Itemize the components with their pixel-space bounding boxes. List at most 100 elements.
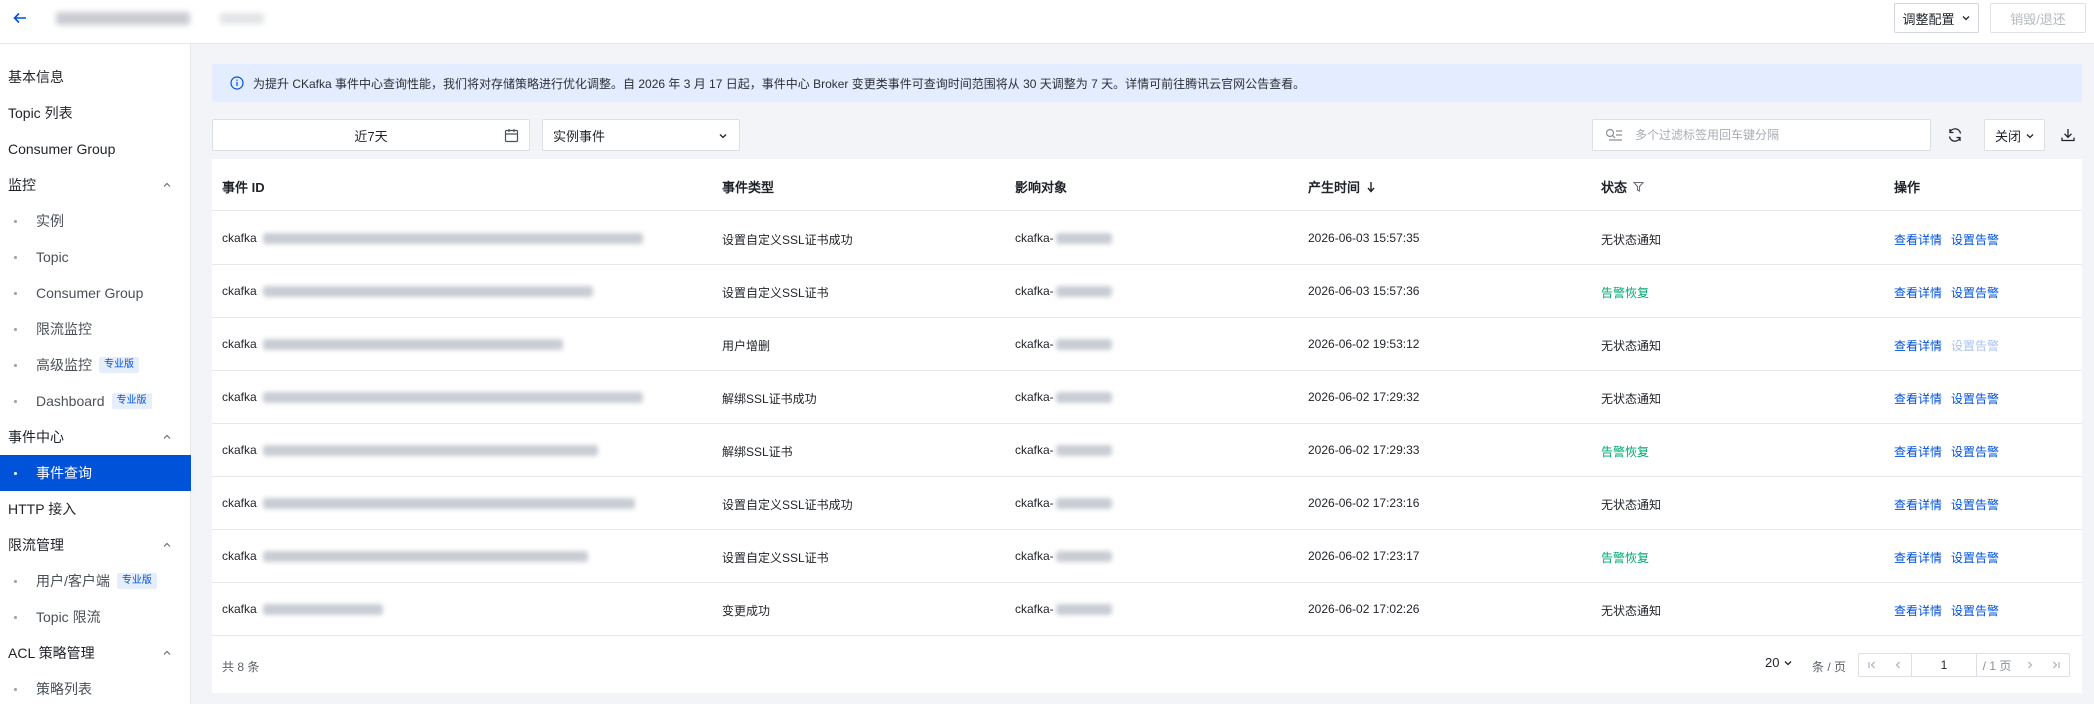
page-size-unit: 条 / 页 xyxy=(1812,660,1847,674)
event-ops-cell: 查看详情 设置告警 xyxy=(1894,496,2008,513)
sidebar-item-advanced-monitor[interactable]: 高级监控 专业版 xyxy=(0,347,191,383)
sidebar-item-topic-list[interactable]: Topic 列表 xyxy=(0,95,191,131)
pro-badge: 专业版 xyxy=(99,357,139,373)
download-icon xyxy=(2061,129,2075,142)
view-detail-link[interactable]: 查看详情 xyxy=(1894,604,1942,618)
auto-refresh-value: 关闭 xyxy=(1995,128,2022,144)
event-id-prefix: ckafka xyxy=(222,337,257,351)
event-status-cell: 告警恢复 xyxy=(1601,286,1650,300)
column-header-status[interactable]: 状态 xyxy=(1601,177,1645,196)
sidebar-item-label: 策略列表 xyxy=(36,681,92,697)
sidebar-item-basic-info[interactable]: 基本信息 xyxy=(0,59,191,95)
event-type-cell: 设置自定义SSL证书 xyxy=(722,551,829,565)
sidebar-item-label: 事件查询 xyxy=(36,465,92,481)
event-status-cell: 无状态通知 xyxy=(1601,498,1662,512)
view-detail-link[interactable]: 查看详情 xyxy=(1894,339,1942,353)
page-number-input[interactable]: 1 xyxy=(1911,654,1977,676)
total-count: 共 8 条 xyxy=(222,660,260,674)
view-detail-link[interactable]: 查看详情 xyxy=(1894,498,1942,512)
event-id-prefix: ckafka xyxy=(222,443,257,457)
event-status-cell: 无状态通知 xyxy=(1601,339,1662,353)
table-row: ckafka 解绑SSL证书 ckafka- 2026-06-02 17:29:33 告… xyxy=(212,424,2082,477)
download-button[interactable] xyxy=(2054,121,2082,149)
first-page-button[interactable] xyxy=(1859,654,1885,676)
set-alarm-link[interactable]: 设置告警 xyxy=(1951,286,1999,300)
sidebar-item-label: Topic xyxy=(36,249,69,265)
event-target-prefix: ckafka- xyxy=(1015,390,1054,404)
set-alarm-link[interactable]: 设置告警 xyxy=(1951,551,1999,565)
adjust-config-button[interactable]: 调整配置 xyxy=(1894,3,1979,33)
view-detail-link[interactable]: 查看详情 xyxy=(1894,392,1942,406)
chevron-left-icon xyxy=(1895,661,1900,669)
event-status-cell: 无状态通知 xyxy=(1601,233,1662,247)
view-detail-link[interactable]: 查看详情 xyxy=(1894,286,1942,300)
view-detail-link[interactable]: 查看详情 xyxy=(1894,551,1942,565)
set-alarm-link[interactable]: 设置告警 xyxy=(1951,498,1999,512)
refresh-icon xyxy=(1948,128,1962,142)
set-alarm-link[interactable]: 设置告警 xyxy=(1951,339,1999,353)
event-type-value: 实例事件 xyxy=(553,128,606,144)
sidebar-group-label: 事件中心 xyxy=(8,429,64,445)
sidebar-group-acl[interactable]: ACL 策略管理 xyxy=(0,635,191,671)
event-target-prefix: ckafka- xyxy=(1015,549,1054,563)
event-target-prefix: ckafka- xyxy=(1015,231,1054,245)
sidebar-item-dashboard[interactable]: Dashboard 专业版 xyxy=(0,383,191,419)
filter-search-input[interactable] xyxy=(1635,128,1915,142)
chevron-right-icon xyxy=(2028,661,2033,669)
column-header-time[interactable]: 产生时间 xyxy=(1308,177,1376,196)
prev-page-button[interactable] xyxy=(1885,654,1911,676)
event-target-redacted xyxy=(1055,392,1112,404)
sidebar-group-label: ACL 策略管理 xyxy=(8,645,95,661)
set-alarm-link[interactable]: 设置告警 xyxy=(1951,233,1999,247)
event-target-cell: ckafka- xyxy=(1015,231,1112,245)
view-detail-link[interactable]: 查看详情 xyxy=(1894,233,1942,247)
chevron-up-icon xyxy=(163,542,171,547)
event-ops-cell: 查看详情 设置告警 xyxy=(1894,602,2008,619)
last-page-button[interactable] xyxy=(2043,654,2069,676)
event-id-redacted xyxy=(262,233,643,245)
sidebar-item-monitor-consumer-group[interactable]: Consumer Group xyxy=(0,275,191,311)
event-target-cell: ckafka- xyxy=(1015,602,1112,616)
sidebar-item-monitor-instance[interactable]: 实例 xyxy=(0,203,191,239)
bullet-dot xyxy=(14,472,17,475)
sidebar-item-consumer-group[interactable]: Consumer Group xyxy=(0,131,191,167)
sidebar: 基本信息 Topic 列表 Consumer Group 监控 实例 Topic… xyxy=(0,44,191,704)
view-detail-link[interactable]: 查看详情 xyxy=(1894,445,1942,459)
refresh-button[interactable] xyxy=(1941,121,1969,149)
auto-refresh-select[interactable]: 关闭 xyxy=(1984,119,2045,151)
event-status-cell: 告警恢复 xyxy=(1601,445,1650,459)
sidebar-item-event-query[interactable]: 事件查询 xyxy=(0,455,191,491)
destroy-return-button[interactable]: 销毁/退还 xyxy=(1990,3,2086,33)
sidebar-item-topic-rate-limit[interactable]: Topic 限流 xyxy=(0,599,191,635)
set-alarm-link[interactable]: 设置告警 xyxy=(1951,604,1999,618)
set-alarm-link[interactable]: 设置告警 xyxy=(1951,392,1999,406)
sidebar-group-monitor[interactable]: 监控 xyxy=(0,167,191,203)
filter-search-box[interactable] xyxy=(1592,119,1931,151)
back-arrow-icon[interactable] xyxy=(8,6,32,30)
sidebar-item-user-client[interactable]: 用户/客户端 专业版 xyxy=(0,563,191,599)
sidebar-group-rate-limit[interactable]: 限流管理 xyxy=(0,527,191,563)
event-id-prefix: ckafka xyxy=(222,496,257,510)
table-row: ckafka 设置自定义SSL证书成功 ckafka- 2026-06-02 17:2… xyxy=(212,477,2082,530)
top-bar: 调整配置 销毁/退还 xyxy=(0,0,2094,44)
sidebar-item-monitor-topic[interactable]: Topic xyxy=(0,239,191,275)
set-alarm-link[interactable]: 设置告警 xyxy=(1951,445,1999,459)
column-header-target: 影响对象 xyxy=(1015,180,1068,195)
pro-badge: 专业版 xyxy=(116,573,157,589)
sidebar-item-http-access[interactable]: HTTP 接入 xyxy=(0,491,191,527)
sidebar-group-label: 限流管理 xyxy=(8,537,64,553)
sidebar-group-event-center[interactable]: 事件中心 xyxy=(0,419,191,455)
sidebar-item-policy-list[interactable]: 策略列表 xyxy=(0,671,191,704)
event-type-cell: 设置自定义SSL证书成功 xyxy=(722,498,853,512)
event-type-select[interactable]: 实例事件 xyxy=(542,119,740,151)
sidebar-item-rate-limit-monitor[interactable]: 限流监控 xyxy=(0,311,191,347)
next-page-button[interactable] xyxy=(2017,654,2043,676)
event-target-redacted xyxy=(1055,339,1112,351)
date-range-picker[interactable]: 近7天 xyxy=(212,119,530,151)
page-size-select[interactable]: 20 xyxy=(1765,655,1793,670)
table-row: ckafka 解绑SSL证书成功 ckafka- 2026-06-02 17:29:3… xyxy=(212,371,2082,424)
pagination: 1 / 1 页 xyxy=(1858,653,2070,677)
sidebar-group-label: 监控 xyxy=(8,177,36,193)
event-target-cell: ckafka- xyxy=(1015,496,1112,510)
event-target-prefix: ckafka- xyxy=(1015,284,1054,298)
